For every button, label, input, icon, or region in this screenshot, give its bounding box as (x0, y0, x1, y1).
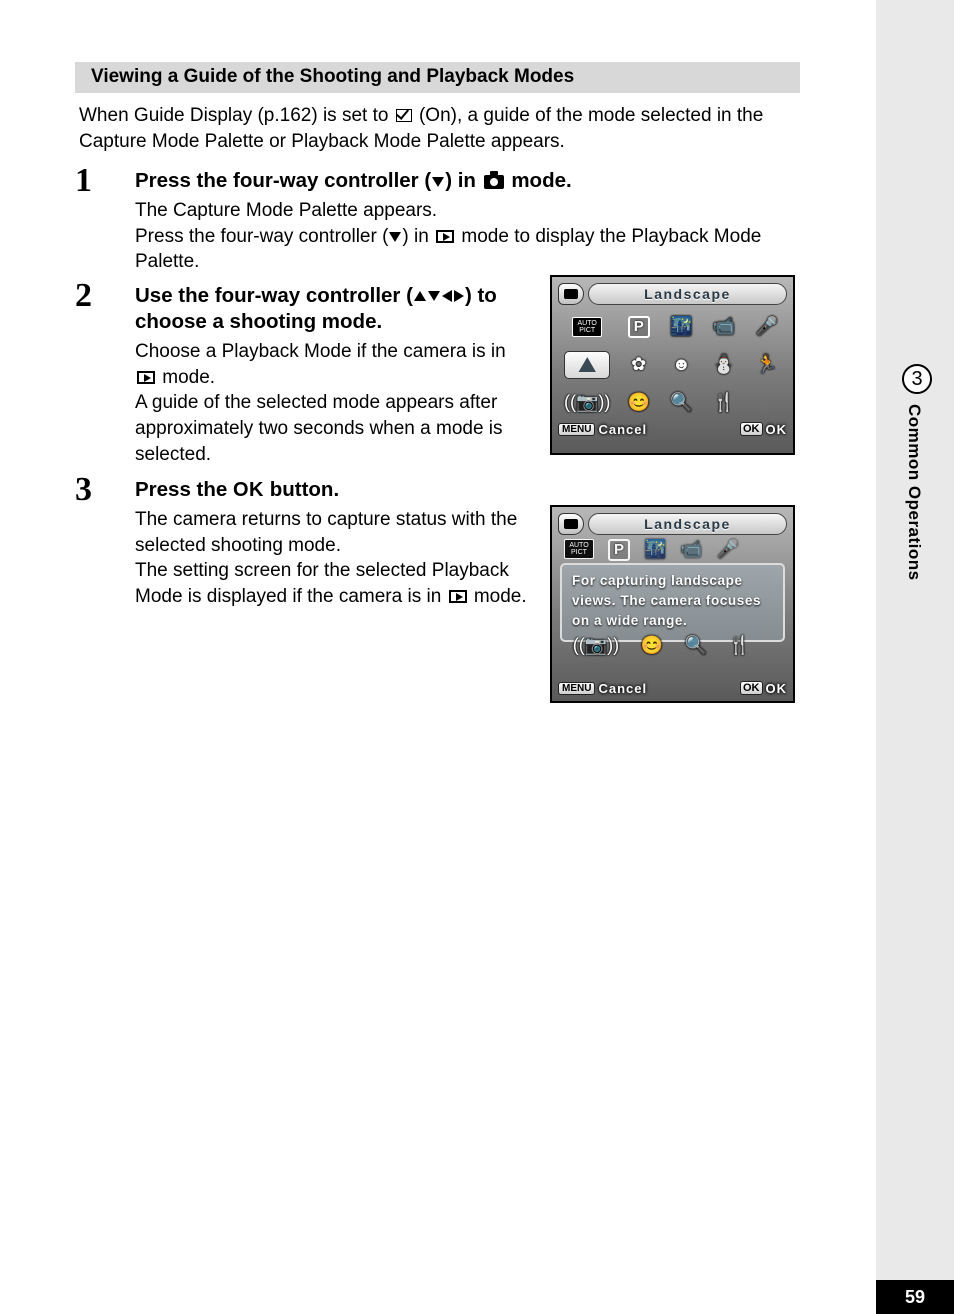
ok-confirm-hint: OK OK (740, 422, 787, 437)
mode-row-under: ((📷))😊🔍🍴 (562, 635, 783, 656)
step-1: 1 Press the four-way controller ( ) in mo… (75, 164, 800, 275)
txt: Press the (135, 478, 233, 501)
mode-auto-pict: AUTOPICT (564, 539, 594, 559)
mode-flower: ✿ (624, 351, 653, 379)
intro-paragraph: When Guide Display (p.162) is set to (On… (75, 103, 800, 154)
playback-mode-icon (436, 230, 454, 243)
down-arrow-icon (389, 232, 401, 242)
txt: The Capture Mode Palette appears. (135, 200, 437, 221)
menu-cancel-hint: MENU Cancel (558, 422, 647, 437)
mode-kids: 😊 (624, 389, 653, 417)
left-arrow-icon (442, 290, 452, 302)
ok-label: OK (766, 422, 788, 437)
step-1-title: Press the four-way controller ( ) in mode… (135, 164, 800, 195)
ok-button-icon: OK (233, 479, 264, 501)
txt: A guide of the selected mode appears aft… (135, 392, 503, 464)
txt: mode. (157, 367, 215, 388)
mode-title: Landscape (588, 513, 787, 535)
txt: ) in (402, 226, 434, 247)
menu-badge: MENU (558, 682, 595, 695)
mode-portrait: ☻ (667, 351, 696, 379)
mode-snow: ⛄ (710, 351, 739, 379)
mode-movie: 📹 (710, 313, 739, 341)
txt: The camera returns to capture status wit… (135, 509, 517, 556)
cancel-label: Cancel (598, 681, 647, 696)
mode-title: Landscape (588, 283, 787, 305)
intro-text-1: When Guide Display (p.162) is set to (79, 105, 394, 126)
cancel-label: Cancel (598, 422, 647, 437)
section-heading: Viewing a Guide of the Shooting and Play… (75, 62, 800, 93)
mode-shake-reduction: ((📷)) (564, 389, 610, 417)
checkbox-on-icon (396, 109, 412, 122)
down-arrow-icon (428, 291, 440, 301)
txt: button. (264, 478, 339, 501)
playback-mode-icon (137, 371, 155, 384)
mode-program: P (608, 539, 630, 561)
chapter-number: 3 (902, 364, 932, 394)
mode-food: 🍴 (710, 389, 739, 417)
mode-sport: 🏃 (752, 351, 781, 379)
step-number: 1 (75, 164, 135, 198)
step-3: 3 Press the OK button. The camera return… (75, 473, 532, 609)
playback-mode-icon (449, 590, 467, 603)
mode-blank (752, 389, 781, 417)
ok-confirm-hint: OK OK (740, 681, 787, 696)
menu-badge: MENU (558, 423, 595, 436)
txt: ) in (445, 169, 481, 192)
down-arrow-icon (432, 177, 444, 187)
lcd-screenshot-guide: Landscape AUTOPICT P 🌃 📹 🎤 For capturing… (550, 505, 795, 703)
step-number: 2 (75, 279, 135, 313)
mode-voice: 🎤 (752, 313, 781, 341)
mode-program: P (624, 313, 653, 341)
ok-badge: OK (740, 422, 763, 436)
txt: mode. (506, 169, 572, 192)
chapter-label: Common Operations (904, 404, 924, 581)
chapter-side-tab: 3 Common Operations 59 (876, 0, 954, 1314)
lcd-screenshot-palette: Landscape AUTOPICT P 🌃 📹 🎤 ⛰ ✿ ☻ ⛄ 🏃 ((📷… (550, 275, 795, 455)
txt: Use the four-way controller ( (135, 284, 413, 307)
mode-movie: 📹 (680, 539, 702, 560)
step-2: 2 Use the four-way controller () to choo… (75, 279, 532, 467)
ok-badge: OK (740, 681, 763, 695)
step-2-desc: Choose a Playback Mode if the camera is … (135, 339, 532, 467)
step-3-title: Press the OK button. (135, 473, 532, 504)
step-3-desc: The camera returns to capture status wit… (135, 507, 532, 610)
txt: Press the four-way controller ( (135, 226, 388, 247)
mode-night-scene: 🌃 (644, 539, 666, 560)
mode-night-scene: 🌃 (667, 313, 696, 341)
step-2-title: Use the four-way controller () to choose… (135, 279, 532, 336)
step-number: 3 (75, 473, 135, 507)
step-1-desc: The Capture Mode Palette appears. Press … (135, 198, 800, 275)
mode-voice: 🎤 (717, 539, 739, 560)
menu-cancel-hint: MENU Cancel (558, 681, 647, 696)
capture-tab-icon (558, 283, 584, 305)
mode-auto-pict: AUTOPICT (564, 313, 610, 341)
page-number: 59 (876, 1280, 954, 1314)
mode-digital-zoom: 🔍 (667, 389, 696, 417)
txt: Choose a Playback Mode if the camera is … (135, 341, 506, 362)
capture-tab-icon (558, 513, 584, 535)
mode-palette-grid: AUTOPICT P 🌃 📹 🎤 ⛰ ✿ ☻ ⛄ 🏃 ((📷)) 😊 🔍 (552, 307, 793, 419)
txt: mode. (469, 586, 527, 607)
mode-landscape-selected: ⛰ (564, 351, 610, 379)
right-arrow-icon (454, 290, 464, 302)
ok-label: OK (766, 681, 788, 696)
txt: Press the four-way controller ( (135, 169, 431, 192)
up-arrow-icon (414, 291, 426, 301)
camera-mode-icon (484, 175, 504, 189)
guide-popup: For capturing landscape views. The camer… (560, 563, 785, 642)
